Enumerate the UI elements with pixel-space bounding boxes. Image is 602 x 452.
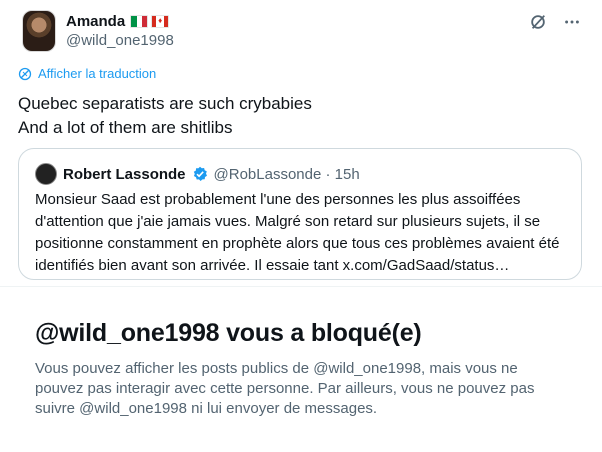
tweet-actions [528, 12, 582, 32]
translate-link[interactable]: Afficher la traduction [18, 66, 156, 81]
author-handle[interactable]: @wild_one1998 [66, 32, 174, 49]
quoted-author-name[interactable]: Robert Lassonde [63, 166, 186, 183]
author-row: Amanda ♦ [66, 12, 170, 30]
translate-label[interactable]: Afficher la traduction [38, 66, 156, 81]
tweet-text-line: Quebec separatists are such crybabies [18, 94, 312, 113]
quoted-avatar[interactable] [35, 163, 57, 185]
blocked-description: Vous pouvez afficher les posts publics d… [35, 360, 535, 417]
tweet-text: Quebec separatists are such crybabies An… [18, 92, 312, 140]
flag-emojis: ♦ [130, 14, 170, 28]
quoted-tweet[interactable]: Robert Lassonde @RobLassonde · 15h Monsi… [18, 148, 582, 280]
avatar[interactable] [22, 10, 56, 52]
quoted-tweet-text: Monsieur Saad est probablement l'une des… [35, 191, 560, 274]
translate-icon [18, 67, 32, 80]
tweet[interactable]: Amanda ♦ @wild_one1998 Afficher la tradu… [0, 0, 602, 285]
quoted-handle-time: @RobLassonde · 15h [213, 165, 360, 183]
blocked-notice: @wild_one1998 vous a bloqué(e) Vous pouv… [0, 287, 602, 452]
tweet-text-line: And a lot of them are shitlibs [18, 118, 233, 137]
verified-badge-icon [193, 166, 207, 181]
italy-flag-icon [130, 14, 149, 28]
author-name[interactable]: Amanda [66, 13, 125, 30]
quoted-tweet-header: Robert Lassonde @RobLassonde · 15h [35, 163, 360, 185]
grok-icon[interactable] [528, 12, 548, 32]
canada-flag-icon: ♦ [151, 14, 170, 28]
more-icon[interactable] [562, 12, 582, 32]
blocked-title: @wild_one1998 vous a bloqué(e) [35, 319, 422, 347]
